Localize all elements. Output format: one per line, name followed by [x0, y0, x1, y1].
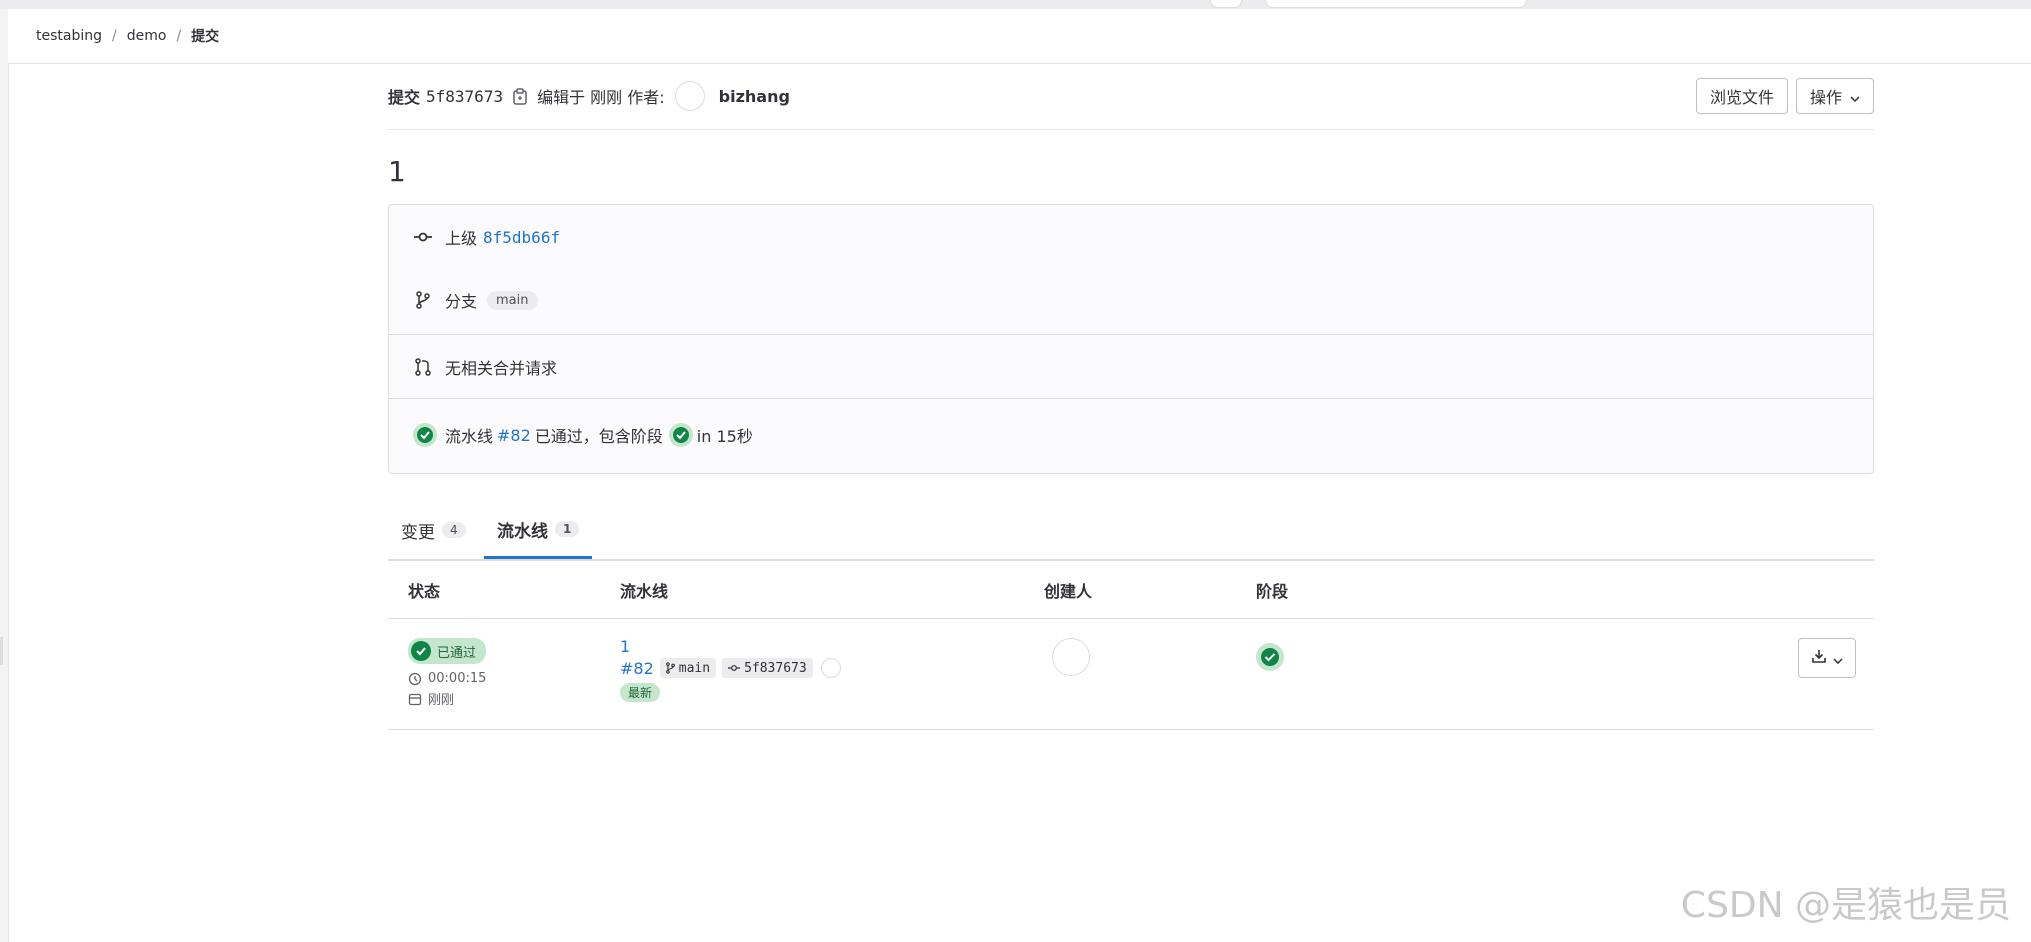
- sidebar-toggle[interactable]: [0, 637, 3, 665]
- operations-label: 操作: [1809, 88, 1842, 107]
- chevron-down-icon: [1850, 87, 1860, 106]
- commit-page: 提交 5f837673 编辑于 刚刚 作者: bizhang 浏览文件 操作 1…: [388, 63, 1874, 730]
- tab-changes-label: 变更: [401, 522, 435, 543]
- browser-top-strip: [0, 0, 2031, 9]
- branch-label: 分支: [445, 292, 478, 311]
- author-avatar[interactable]: [674, 81, 705, 111]
- breadcrumb-item-demo[interactable]: demo: [127, 28, 167, 44]
- creator-avatar[interactable]: [1052, 638, 1090, 676]
- breadcrumb-separator: /: [112, 28, 117, 44]
- author-name[interactable]: bizhang: [719, 87, 790, 106]
- status-cell: 已通过 00:00:15 刚刚: [408, 638, 486, 708]
- breadcrumb-separator: /: [176, 28, 182, 44]
- browse-files-label: 浏览文件: [1709, 88, 1774, 107]
- pipeline-duration: in 15秒: [696, 427, 753, 446]
- header-status: 状态: [408, 581, 441, 601]
- commit-title-label: 提交: [388, 88, 421, 107]
- no-merge-request-text: 无相关合并请求: [445, 359, 558, 378]
- check-circle-icon[interactable]: [1256, 643, 1284, 671]
- commit-header: 提交 5f837673 编辑于 刚刚 作者: bizhang 浏览文件 操作: [388, 63, 1874, 130]
- top-strip-control: [1265, 0, 1527, 8]
- pipeline-status-text: 已通过，包含阶段: [534, 427, 663, 446]
- finished-time: 刚刚: [408, 689, 486, 708]
- operations-dropdown[interactable]: 操作: [1795, 78, 1874, 114]
- pipeline-cell: 1 #82 main 5f837673 最新: [620, 637, 841, 702]
- watermark: CSDN @是猿也是员: [1680, 885, 2011, 926]
- browse-files-button[interactable]: 浏览文件: [1695, 78, 1788, 114]
- commit-message: 1: [388, 155, 406, 188]
- tab-pipelines-count: 1: [555, 521, 580, 537]
- parent-label: 上级: [445, 229, 478, 248]
- branch-chip-label: main: [678, 660, 711, 676]
- finished-text: 刚刚: [428, 693, 455, 708]
- left-sidebar-edge: [0, 9, 9, 942]
- status-badge[interactable]: 已通过: [408, 638, 487, 664]
- pipeline-prefix: 流水线: [445, 427, 494, 446]
- status-badge-label: 已通过: [437, 645, 477, 661]
- breadcrumb-item-testabing[interactable]: testabing: [36, 28, 102, 44]
- duration: 00:00:15: [408, 671, 486, 686]
- download-icon: [1811, 648, 1827, 668]
- pipelines-table-header: 状态 流水线 创建人 阶段: [388, 560, 1874, 619]
- merge-request-icon: [413, 357, 433, 377]
- breadcrumb-item-commit[interactable]: 提交: [191, 26, 219, 46]
- commit-edited-text: 编辑于 刚刚 作者:: [537, 88, 665, 107]
- branch-chip[interactable]: main: [659, 658, 717, 678]
- parent-row: 上级 8f5db66f: [413, 225, 560, 249]
- header-creator: 创建人: [1044, 581, 1093, 601]
- pipeline-row: 流水线 #82 已通过，包含阶段 in 15秒: [413, 423, 753, 447]
- commit-sha: 5f837673: [426, 86, 504, 106]
- chevron-down-icon: [1833, 649, 1843, 668]
- stages-cell: [1256, 643, 1284, 675]
- merge-request-row: 无相关合并请求: [413, 355, 557, 379]
- check-circle-icon: [411, 641, 431, 661]
- branch-icon: [665, 662, 675, 674]
- commit-info-box: 上级 8f5db66f 分支 main 无相关合并请求 流水线 #82 已通过，…: [388, 204, 1874, 474]
- check-circle-icon[interactable]: [668, 423, 693, 447]
- branch-badge[interactable]: main: [487, 290, 538, 310]
- commit-icon: [728, 665, 741, 671]
- latest-badge: 最新: [620, 683, 661, 702]
- breadcrumb: testabing / demo / 提交: [36, 9, 219, 63]
- clock-icon: [408, 672, 422, 686]
- header-pipeline: 流水线: [620, 581, 669, 601]
- top-bar: testabing / demo / 提交: [8, 9, 2031, 64]
- pipeline-id-link[interactable]: #82: [620, 659, 654, 678]
- commit-tabs: 变更 4 流水线 1: [388, 502, 1874, 560]
- check-circle-icon[interactable]: [413, 423, 437, 447]
- sha-chip[interactable]: 5f837673: [722, 658, 813, 678]
- header-stages: 阶段: [1256, 581, 1289, 601]
- tab-changes-count: 4: [442, 522, 466, 538]
- tab-changes[interactable]: 变更 4: [388, 502, 479, 558]
- commit-icon: [413, 227, 433, 247]
- branch-row: 分支 main: [413, 288, 538, 312]
- creator-cell: [1052, 638, 1090, 680]
- table-row: 已通过 00:00:15 刚刚 1 #82 main 5f837673 最新: [388, 619, 1874, 730]
- branch-icon: [413, 290, 433, 310]
- copy-icon[interactable]: [511, 86, 529, 106]
- duration-text: 00:00:15: [428, 671, 487, 686]
- calendar-icon: [408, 692, 422, 706]
- pipeline-link[interactable]: #82: [497, 426, 531, 445]
- download-artifacts-button[interactable]: [1798, 638, 1856, 678]
- sha-chip-label: 5f837673: [744, 660, 807, 676]
- tab-pipelines[interactable]: 流水线 1: [484, 502, 593, 559]
- tab-pipelines-label: 流水线: [497, 521, 548, 542]
- top-strip-control: [1210, 0, 1242, 8]
- pipeline-name-link[interactable]: 1: [620, 637, 841, 656]
- commit-author-avatar[interactable]: [820, 658, 841, 678]
- parent-sha-link[interactable]: 8f5db66f: [483, 228, 560, 247]
